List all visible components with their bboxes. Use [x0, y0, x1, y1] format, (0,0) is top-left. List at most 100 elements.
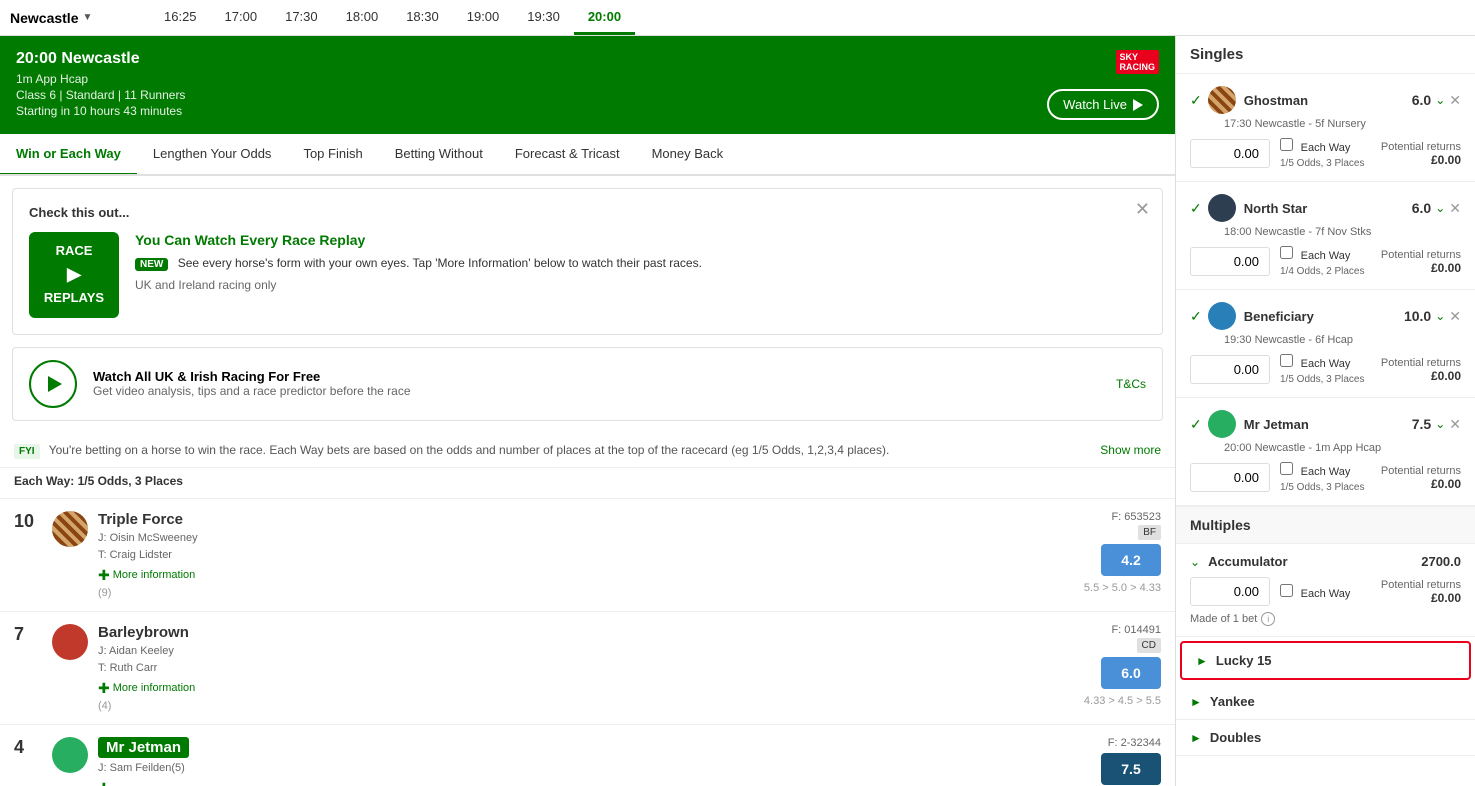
multiple-item-lucky-15: ► Lucky 15 — [1180, 641, 1471, 680]
chevron-down-icon[interactable]: ⌄ — [1435, 417, 1445, 431]
bet-silk — [1208, 410, 1236, 438]
multiple-odds: 2700.0 — [1421, 554, 1461, 569]
close-icon[interactable]: ✕ — [1449, 200, 1461, 217]
stake-input[interactable] — [1190, 463, 1270, 492]
chevron-right-icon[interactable]: ► — [1190, 731, 1202, 745]
odds-history: 4.33 > 4.5 > 5.5 — [1084, 695, 1161, 707]
race-subtitle2: Class 6 | Standard | 11 Runners — [16, 88, 1159, 102]
bet-check-icon: ✓ — [1190, 416, 1202, 433]
promo-banner: ✕ Check this out... RACE ▶ REPLAYS You C… — [12, 188, 1163, 335]
right-panel: Singles ✓ Ghostman 6.0 ⌄ ✕ 17:30 Newcast… — [1175, 36, 1475, 786]
ew-checkbox[interactable] — [1280, 462, 1293, 475]
potential-label: Potential returns — [1381, 465, 1461, 477]
watch-free-banner: Watch All UK & Irish Racing For Free Get… — [12, 347, 1163, 421]
more-info-link[interactable]: ✚ More information — [98, 567, 1074, 584]
bet-horse-info: North Star — [1208, 194, 1412, 222]
tab-win-or-each-way[interactable]: Win or Each Way — [0, 134, 137, 176]
tabs-bar: Win or Each WayLengthen Your OddsTop Fin… — [0, 134, 1175, 176]
bet-input-row: Each Way 1/5 Odds, 3 Places Potential re… — [1190, 354, 1461, 385]
bet-horse-name: Beneficiary — [1244, 309, 1404, 324]
more-info-label: More information — [113, 682, 196, 694]
time-slot-1830[interactable]: 18:30 — [392, 1, 453, 35]
chevron-down-icon[interactable]: ⌄ — [1190, 555, 1200, 569]
tab-top-finish[interactable]: Top Finish — [287, 134, 378, 176]
time-slot-1730[interactable]: 17:30 — [271, 1, 332, 35]
watch-live-button[interactable]: Watch Live — [1047, 89, 1159, 120]
multiple-item-yankee: ► Yankee — [1176, 684, 1475, 720]
bet-item: ✓ Ghostman 6.0 ⌄ ✕ 17:30 Newcastle - 5f … — [1176, 74, 1475, 182]
close-icon[interactable]: ✕ — [1449, 416, 1461, 433]
time-slot-1700[interactable]: 17:00 — [211, 1, 272, 35]
odds-button[interactable]: 6.0 — [1101, 657, 1161, 689]
chevron-right-icon[interactable]: ► — [1196, 654, 1208, 668]
multiple-made-of: Made of 1 bet i — [1190, 612, 1461, 626]
horse-row: 10 Triple Force J: Oisin McSweeneyT: Cra… — [0, 499, 1175, 612]
ew-label: Each Way — [1301, 466, 1351, 478]
ew-checkbox[interactable] — [1280, 354, 1293, 367]
tab-money-back[interactable]: Money Back — [636, 134, 740, 176]
bet-odds: 7.5 — [1412, 416, 1431, 432]
stake-input[interactable] — [1190, 139, 1270, 168]
odds-button[interactable]: 4.2 — [1101, 544, 1161, 576]
ew-odds: 1/5 Odds, 3 Places — [1280, 374, 1365, 385]
play-icon — [1133, 99, 1143, 111]
horse-details: Mr Jetman J: Sam Feilden(5) ✚ — [98, 737, 1091, 786]
multiple-stake-input[interactable] — [1190, 577, 1270, 606]
tab-forecast-&-tricast[interactable]: Forecast & Tricast — [499, 134, 636, 176]
venue-selector[interactable]: Newcastle ▼ — [10, 10, 150, 26]
horse-row: 7 Barleybrown J: Aidan KeeleyT: Ruth Car… — [0, 612, 1175, 725]
time-slot-1900[interactable]: 19:00 — [453, 1, 514, 35]
promo-content: RACE ▶ REPLAYS You Can Watch Every Race … — [29, 232, 1146, 318]
tab-betting-without[interactable]: Betting Without — [379, 134, 499, 176]
ew-terms: Each Way: 1/5 Odds, 3 Places — [0, 468, 1175, 499]
left-panel: SKYRACING 20:00 Newcastle 1m App Hcap Cl… — [0, 36, 1175, 786]
multiples-container: ⌄ Accumulator 2700.0 Each Way Potential … — [1176, 544, 1475, 756]
time-slot-1800[interactable]: 18:00 — [332, 1, 393, 35]
chevron-down-icon[interactable]: ⌄ — [1435, 309, 1445, 323]
stake-input[interactable] — [1190, 355, 1270, 384]
multiple-row: ► Yankee — [1190, 694, 1461, 709]
promo-title: You Can Watch Every Race Replay — [135, 232, 702, 248]
bet-controls: 6.0 ⌄ ✕ — [1412, 92, 1461, 109]
promo-text: You Can Watch Every Race Replay NEW See … — [135, 232, 702, 294]
draw-number: (4) — [98, 700, 111, 712]
jockey-trainer: J: Oisin McSweeneyT: Craig Lidster — [98, 530, 1074, 565]
odds-button[interactable]: 7.5 — [1101, 753, 1161, 785]
promo-close-button[interactable]: ✕ — [1135, 199, 1150, 220]
close-icon[interactable]: ✕ — [1449, 92, 1461, 109]
bet-input-row: Each Way 1/5 Odds, 3 Places Potential re… — [1190, 138, 1461, 169]
plus-icon: ✚ — [98, 680, 110, 697]
horse-number: 4 — [14, 737, 42, 758]
multiple-input-row: Each Way Potential returns £0.00 — [1190, 577, 1461, 606]
watch-free-description: Get video analysis, tips and a race pred… — [93, 384, 1100, 398]
time-slot-1930[interactable]: 19:30 — [513, 1, 574, 35]
more-info-link[interactable]: ✚ More information — [98, 680, 1074, 697]
time-slot-1625[interactable]: 16:25 — [150, 1, 211, 35]
ew-section: Each Way 1/5 Odds, 3 Places — [1280, 138, 1365, 169]
multiple-name: Yankee — [1210, 694, 1461, 709]
close-icon[interactable]: ✕ — [1449, 308, 1461, 325]
ew-info-text: FYI You're betting on a horse to win the… — [14, 443, 889, 457]
more-info-link[interactable]: ✚ — [98, 780, 1091, 786]
multiple-row: ► Lucky 15 — [1196, 653, 1455, 668]
horses-list: 10 Triple Force J: Oisin McSweeneyT: Cra… — [0, 499, 1175, 786]
chevron-down-icon[interactable]: ⌄ — [1435, 201, 1445, 215]
stake-input[interactable] — [1190, 247, 1270, 276]
chevron-down-icon: ▼ — [82, 12, 92, 23]
time-slot-2000[interactable]: 20:00 — [574, 1, 635, 35]
ew-checkbox[interactable] — [1280, 138, 1293, 151]
tandc-link[interactable]: T&Cs — [1116, 377, 1146, 391]
watch-free-title: Watch All UK & Irish Racing For Free — [93, 369, 320, 384]
sky-badge: SKYRACING — [1116, 50, 1160, 74]
chevron-down-icon[interactable]: ⌄ — [1435, 93, 1445, 107]
bet-item: ✓ Beneficiary 10.0 ⌄ ✕ 19:30 Newcastle -… — [1176, 290, 1475, 398]
show-more-link[interactable]: Show more — [1100, 443, 1161, 457]
potential-value: £0.00 — [1381, 369, 1461, 383]
tab-lengthen-your-odds[interactable]: Lengthen Your Odds — [137, 134, 288, 176]
potential-label: Potential returns — [1381, 579, 1461, 591]
ew-checkbox[interactable] — [1280, 246, 1293, 259]
ew-checkbox[interactable] — [1280, 584, 1293, 597]
multiple-item-accumulator: ⌄ Accumulator 2700.0 Each Way Potential … — [1176, 544, 1475, 637]
jockey-trainer: J: Sam Feilden(5) — [98, 760, 1091, 778]
chevron-right-icon[interactable]: ► — [1190, 695, 1202, 709]
